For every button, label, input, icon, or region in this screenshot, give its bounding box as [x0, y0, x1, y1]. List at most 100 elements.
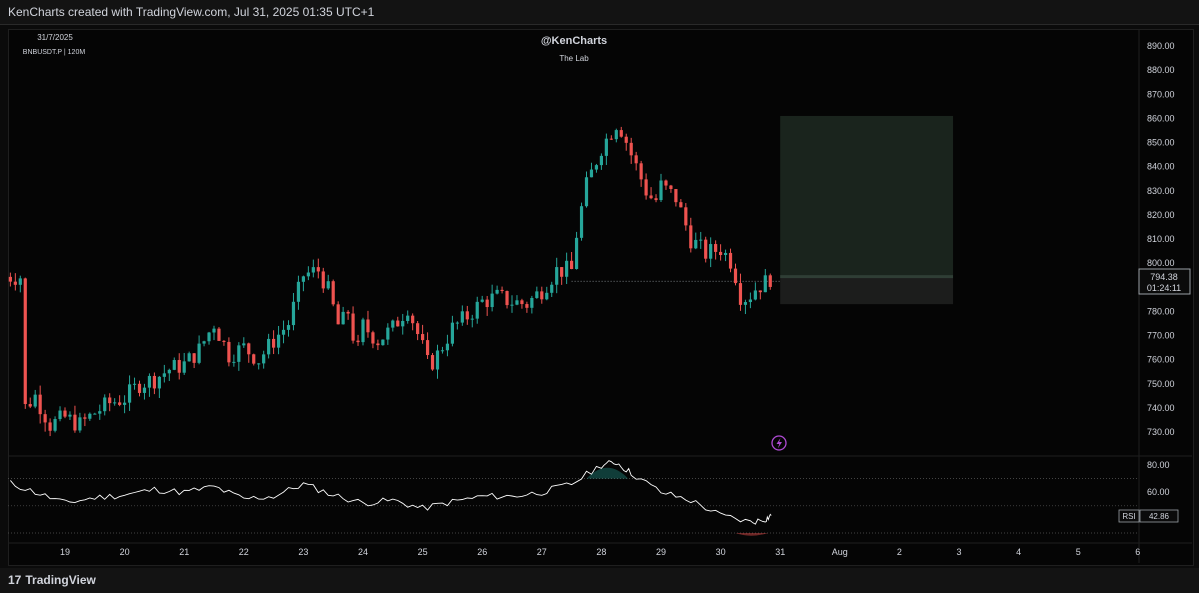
candle-body [28, 404, 32, 407]
x-tick-label: 30 [716, 547, 726, 557]
candle-body [306, 272, 310, 277]
lightning-icon[interactable] [771, 435, 787, 451]
candle-body [748, 299, 752, 303]
candle-body [579, 206, 584, 238]
candle-body [659, 180, 663, 201]
candle-body [98, 411, 102, 414]
y-tick-label: 870.00 [1147, 89, 1175, 99]
candle-body [421, 334, 425, 341]
candle-body [48, 422, 52, 431]
candle-body [520, 300, 524, 305]
candle-body [132, 383, 137, 385]
candle-body [331, 281, 335, 305]
candle-body [341, 311, 345, 325]
rsi-tick-label: 80.00 [1147, 460, 1170, 470]
tradingview-logo[interactable]: 17 TradingView [8, 573, 96, 587]
y-tick-label: 850.00 [1147, 138, 1175, 148]
candle-body [386, 327, 390, 340]
candle-body [108, 397, 112, 404]
symbol-label: BNBUSDT.P | 120M [23, 49, 86, 56]
candle-body [242, 343, 246, 346]
candle-body [416, 323, 420, 335]
rsi-name: RSI [1122, 512, 1135, 521]
x-tick-label: 21 [179, 547, 189, 557]
candle-body [267, 338, 271, 355]
candle-body [719, 251, 723, 256]
candle-body [758, 290, 762, 293]
candle-body [142, 387, 147, 393]
candle-body [291, 301, 296, 326]
price-countdown: 01:24:11 [1147, 283, 1181, 293]
candle-body [361, 319, 365, 343]
candle-body [704, 239, 708, 259]
candle-body [38, 394, 42, 415]
candle-body [455, 322, 459, 324]
candle-body [356, 340, 360, 343]
position-box[interactable] [571, 115, 954, 305]
candle-body [391, 320, 395, 328]
candle-body [33, 394, 37, 407]
candle-body [401, 320, 405, 327]
candle-body [425, 340, 430, 356]
candle-body [599, 155, 603, 166]
candle-body [515, 300, 519, 305]
candle-body [699, 239, 703, 241]
rsi-oversold-fill [735, 533, 769, 536]
candle-body [83, 417, 87, 419]
candle-body [411, 315, 415, 324]
candle-body [545, 292, 549, 300]
candle-body [316, 267, 320, 272]
candle-body [78, 417, 82, 431]
x-tick-label: 5 [1076, 547, 1081, 557]
candle-body [336, 304, 340, 325]
candle-body [738, 283, 743, 305]
candle-body [669, 185, 673, 190]
candle-body [654, 198, 658, 201]
candle-body [435, 350, 440, 370]
x-tick-label: 20 [120, 547, 130, 557]
candle-body [674, 189, 678, 203]
candle-body [93, 413, 97, 415]
candle-body [137, 383, 142, 393]
rsi-tick-label: 60.00 [1147, 487, 1170, 497]
candle-body [709, 244, 713, 259]
candle-body [371, 332, 375, 344]
candle-body [311, 267, 315, 273]
y-tick-label: 890.00 [1147, 41, 1175, 51]
x-tick-label: 27 [537, 547, 547, 557]
y-tick-label: 760.00 [1147, 355, 1175, 365]
candle-body [430, 355, 435, 370]
candle-body [445, 343, 450, 351]
chart-canvas[interactable]: 730.00740.00750.00760.00770.00780.00790.… [0, 0, 1199, 568]
candle-body [207, 332, 211, 342]
candle-body [619, 130, 623, 137]
candle-body [450, 322, 454, 344]
y-tick-label: 810.00 [1147, 234, 1175, 244]
candle-body [629, 142, 633, 156]
candle-body [555, 267, 559, 285]
candle-body [728, 252, 733, 269]
candle-body [594, 165, 599, 170]
rsi-pane [8, 460, 1139, 536]
candle-body [649, 195, 653, 199]
candle-body [123, 402, 127, 405]
candle-body [187, 353, 191, 362]
candle-body [694, 239, 698, 249]
x-tick-label: 19 [60, 547, 70, 557]
candle-body [217, 328, 221, 341]
candle-body [664, 180, 668, 186]
candle-body [530, 297, 534, 308]
candle-body [272, 338, 276, 348]
candle-body [604, 138, 608, 156]
candle-body [247, 343, 251, 355]
candle-body [723, 252, 728, 256]
x-tick-label: 22 [239, 547, 249, 557]
price-tag: 794.38 01:24:11 [1138, 268, 1191, 295]
price-value: 794.38 [1150, 272, 1178, 282]
y-tick-label: 800.00 [1147, 258, 1175, 268]
candle-body [73, 414, 77, 431]
x-tick-label: 4 [1016, 547, 1021, 557]
candle-body [733, 268, 738, 284]
x-tick-label: 25 [418, 547, 428, 557]
candle-body [714, 244, 718, 252]
